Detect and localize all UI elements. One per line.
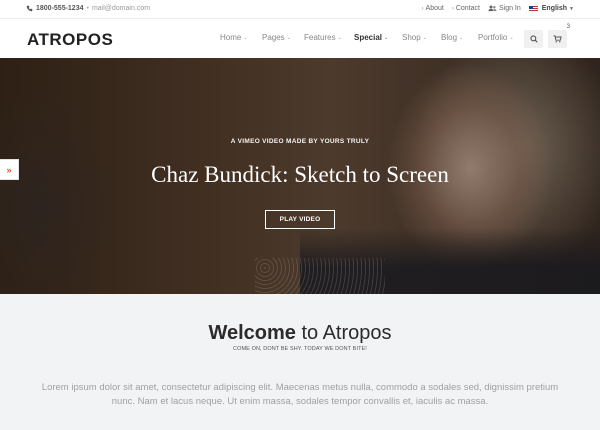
nav-portfolio[interactable]: Portfolio ⌄ — [478, 33, 522, 42]
contact-info: 1800-555-1234 • mail@domain.com — [26, 5, 150, 12]
nav-blog[interactable]: Blog ⌄ — [441, 33, 478, 42]
welcome-section: Welcome to Atropos COME ON, DONT BE SHY.… — [0, 294, 600, 430]
sign-in-label: Sign In — [498, 5, 521, 12]
chevron-down-icon: ⌄ — [422, 35, 427, 41]
separator: • — [86, 5, 89, 12]
chevron-right-icon: › — [451, 5, 454, 12]
chevron-down-icon: ⌄ — [337, 35, 342, 41]
main-header: ATROPOS Home ⌄ Pages ⌄ Features ⌄ Special ⌄ … — [0, 20, 600, 58]
cart-count-badge: 3 — [566, 24, 570, 30]
site-logo[interactable]: ATROPOS — [27, 30, 113, 50]
nav-label: Home — [220, 33, 242, 42]
top-bar: 1800-555-1234 • mail@domain.com › About … — [0, 0, 600, 19]
top-links: › About › Contact Sign In English ▼ — [422, 5, 574, 12]
nav-label: Pages — [262, 33, 285, 42]
nav-home[interactable]: Home ⌄ — [220, 33, 262, 42]
language-label: English — [541, 5, 568, 12]
contact-label: Contact — [455, 5, 480, 12]
nav-shop[interactable]: Shop ⌄ — [402, 33, 441, 42]
cart-icon — [553, 35, 562, 43]
caret-down-icon: ▼ — [569, 5, 574, 12]
hero-banner: A VIMEO VIDEO MADE BY YOURS TRULY Chaz B… — [0, 58, 600, 294]
welcome-tagline: COME ON, DONT BE SHY. TODAY WE DONT BITE… — [233, 346, 367, 352]
play-video-button[interactable]: PLAY VIDEO — [265, 210, 335, 229]
chevron-down-icon: ⌄ — [459, 35, 464, 41]
main-nav: Home ⌄ Pages ⌄ Features ⌄ Special ⌄ Shop ⌄ Bl… — [220, 33, 522, 42]
chevron-down-icon: ⌄ — [243, 35, 248, 41]
side-panel-toggle[interactable]: » — [0, 159, 19, 180]
phone-icon — [26, 5, 33, 12]
language-selector[interactable]: English ▼ — [528, 5, 574, 12]
sign-in-link[interactable]: Sign In — [488, 5, 521, 12]
chevron-down-icon: ⌄ — [286, 35, 291, 41]
cart-button[interactable]: 3 — [548, 24, 570, 48]
double-chevron-right-icon: » — [6, 164, 12, 175]
nav-label: Blog — [441, 33, 458, 42]
welcome-title-rest: to Atropos — [295, 322, 392, 344]
welcome-title-strong: Welcome — [208, 322, 296, 344]
hero-title: Chaz Bundick: Sketch to Screen — [151, 162, 449, 187]
about-label: About — [425, 5, 444, 12]
welcome-title: Welcome to Atropos — [0, 322, 600, 345]
welcome-body-text: Lorem ipsum dolor sit amet, consectetur … — [41, 382, 559, 407]
email-link[interactable]: mail@domain.com — [92, 5, 150, 12]
nav-features[interactable]: Features ⌄ — [304, 33, 354, 42]
chevron-down-icon: ⌄ — [509, 35, 514, 41]
search-icon — [529, 35, 538, 43]
nav-label: Features — [304, 33, 336, 42]
phone-number: 1800-555-1234 — [36, 5, 84, 12]
nav-label: Shop — [402, 33, 421, 42]
nav-label: Special — [354, 33, 383, 42]
hero-background-detail — [255, 258, 385, 294]
about-link[interactable]: › About — [422, 5, 444, 12]
nav-label: Portfolio — [478, 33, 508, 42]
chevron-down-icon: ⌄ — [384, 35, 389, 41]
nav-pages[interactable]: Pages ⌄ — [262, 33, 304, 42]
contact-link[interactable]: › Contact — [452, 5, 480, 12]
hero-subtitle: A VIMEO VIDEO MADE BY YOURS TRULY — [230, 138, 370, 145]
chevron-right-icon: › — [421, 5, 424, 12]
search-button[interactable] — [524, 30, 543, 48]
nav-special[interactable]: Special ⌄ — [354, 33, 402, 42]
us-flag-icon — [528, 5, 538, 12]
users-icon — [488, 5, 497, 12]
